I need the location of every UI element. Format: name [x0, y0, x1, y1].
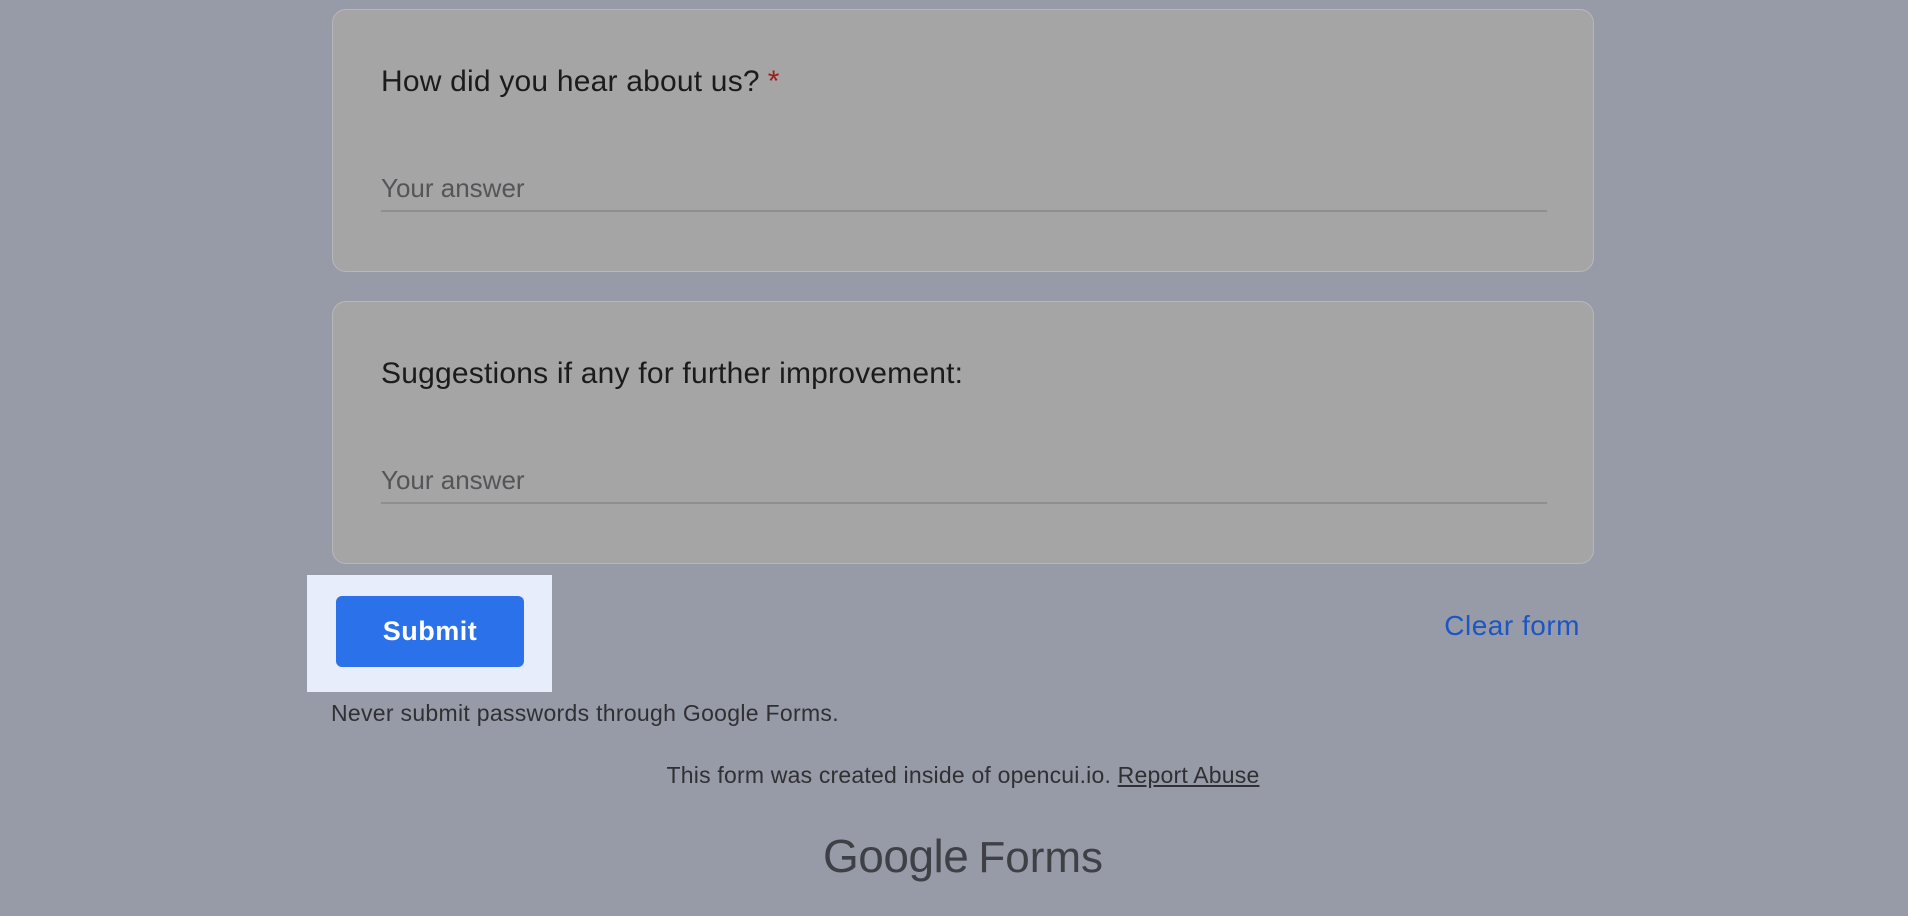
brand-google-text: Google: [823, 830, 969, 882]
required-marker: *: [767, 65, 780, 98]
brand-forms-text: Forms: [978, 833, 1103, 882]
question-title-text: How did you hear about us?: [381, 65, 760, 98]
password-warning: Never submit passwords through Google Fo…: [331, 700, 839, 726]
answer-input-suggestions[interactable]: Your answer: [381, 460, 1547, 504]
question-card-suggestions: Suggestions if any for further improveme…: [332, 301, 1594, 564]
answer-input-hear-about-us[interactable]: Your answer: [381, 168, 1547, 212]
question-title-text: Suggestions if any for further improveme…: [381, 357, 964, 390]
report-abuse-link[interactable]: Report Abuse: [1118, 762, 1260, 788]
question-title: Suggestions if any for further improveme…: [381, 357, 963, 391]
footer-created-line: This form was created inside of opencui.…: [0, 762, 1908, 789]
google-forms-logo[interactable]: Google Forms: [0, 829, 1908, 883]
clear-form-button[interactable]: Clear form: [1444, 610, 1580, 642]
question-card-hear-about-us: How did you hear about us? * Your answer: [332, 9, 1594, 272]
footer-created-text: This form was created inside of opencui.…: [666, 762, 1112, 788]
question-title: How did you hear about us? *: [381, 65, 780, 99]
submit-button[interactable]: Submit: [336, 596, 524, 667]
